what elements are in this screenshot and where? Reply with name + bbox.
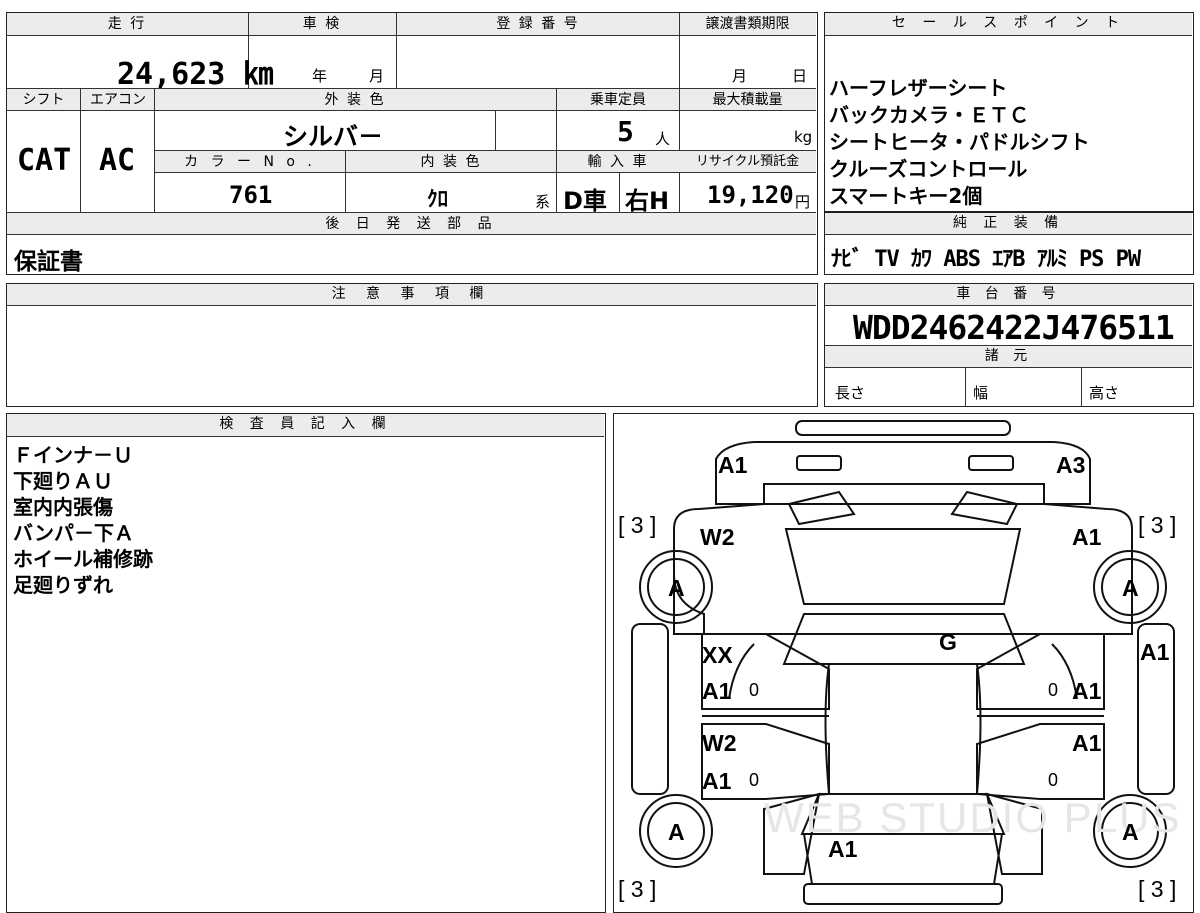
length-label: 長さ [835,384,866,402]
mark-front-left: A1 [718,452,748,478]
later-parts-value: 保証書 [14,249,83,275]
import-drive: D車 [563,187,607,215]
sales-point-item: バックカメラ・ＥＴＣ [829,103,1029,127]
tread-rear-left: [ 3 ] [618,876,657,902]
ac-label: エアコン [90,92,146,108]
registration-label: 登 録 番 号 [496,16,580,32]
shift-value: CAT [17,143,72,178]
mark-fender-left: W2 [700,524,735,550]
zero-mark-front-right: 0 [1048,680,1059,700]
mark-door-front-right: A1 [1072,678,1102,704]
import-handle: 右H [625,187,670,215]
color-number-label: カ ラ ー N o . [184,154,316,170]
recycle-deposit-label: リサイクル預託金 [695,154,800,169]
mark-door-rear-left-2: A1 [702,768,732,794]
inspector-note: 下廻りＡＵ [13,469,113,493]
vehicle-info-table: 走 行 車 検 登 録 番 号 譲渡書類期限 24,623 ㎞ 年 月 月 日 … [6,12,818,275]
max-load-label: 最大積載量 [712,92,783,108]
inspection-label: 車 検 [302,16,342,32]
zero-mark-rear-right: 0 [1048,770,1059,790]
mark-front-right: A3 [1056,452,1086,478]
inspector-note: Ｆインナ－Ｕ [13,443,133,467]
tread-rear-right: [ 3 ] [1138,876,1177,902]
interior-color-label: 内 装 色 [420,154,482,170]
transfer-day: 日 [792,67,808,85]
notes-title: 注 意 事 項 欄 [7,284,816,306]
mark-tyre-front-left: A [668,575,685,601]
mark-tyre-rear-left: A [668,819,685,845]
sales-point-item: クルーズコントロール [829,157,1028,181]
import-label: 輸 入 車 [587,154,649,170]
mark-tyre-front-right: A [1122,575,1139,601]
inspector-note: 足廻りずれ [13,573,113,597]
chassis-title: 車 台 番 号 [825,284,1192,306]
capacity-unit: 人 [655,130,671,148]
capacity-value: 5 [617,115,634,148]
later-parts-label: 後 日 発 送 部 品 [325,216,498,232]
mileage-value: 24,623 ㎞ [117,57,274,92]
equipment-title: 純 正 装 備 [825,213,1192,235]
inspector-title: 検 査 員 記 入 欄 [7,414,604,437]
mark-door-rear-right: A1 [1072,730,1102,756]
sales-point-item: スマートキー2個 [829,184,983,208]
mark-door-front-left-1: XX [702,642,733,668]
recycle-unit: 円 [795,193,811,211]
watermark: WEB STUDIO PLUS [764,794,1182,841]
inspector-panel: 検 査 員 記 入 欄 Ｆインナ－Ｕ 下廻りＡＵ 室内内張傷 バンパ－下Ａ ホイ… [6,413,606,913]
mark-rear: A1 [828,836,858,862]
car-damage-diagram: WEB STUDIO PLUS A1 A3 W2 A1 A A A A G A1… [613,413,1194,913]
zero-mark-rear-left: 0 [749,770,760,790]
equipment-value: ﾅﾋﾞ TV ｶﾜ ABS ｴｱB ｱﾙﾐ PS PW [831,247,1141,272]
interior-color-value: ｸﾛ [427,187,448,211]
mark-door-rear-left-1: W2 [702,730,737,756]
inspector-notes-list: Ｆインナ－Ｕ 下廻りＡＵ 室内内張傷 バンパ－下Ａ ホイール補修跡 足廻りずれ [13,442,153,598]
sales-point-item: ハーフレザーシート [829,76,1008,100]
sales-points-title: セ ー ル ス ポ イ ン ト [825,13,1192,36]
inspector-note: 室内内張傷 [13,495,113,519]
height-label: 高さ [1089,384,1120,402]
exterior-color-label: 外 装 色 [324,92,386,108]
mark-windshield: G [939,629,957,655]
shift-label: シフト [22,92,65,108]
mark-fender-right: A1 [1072,524,1102,550]
mark-tyre-rear-right: A [1122,819,1139,845]
chassis-panel: 車 台 番 号 WDD2462422J476511 諸 元 長さ 幅 高さ [824,283,1194,407]
sales-points-panel: セ ー ル ス ポ イ ン ト ハーフレザーシート バックカメラ・ＥＴＣ シート… [824,12,1194,212]
inspector-note: ホイール補修跡 [13,547,153,571]
specs-title: 諸 元 [825,346,1192,368]
inspector-note: バンパ－下Ａ [13,521,134,545]
mark-side-right: A1 [1140,639,1170,665]
notes-panel: 注 意 事 項 欄 [6,283,818,407]
ac-value: AC [99,143,136,178]
recycle-value: 19,120 [707,181,794,209]
color-number-value: 761 [229,181,273,209]
capacity-label: 乗車定員 [590,92,646,108]
sales-point-item: シートヒータ・パドルシフト [829,130,1090,154]
mark-door-front-left-2: A1 [702,678,732,704]
sales-points-list: ハーフレザーシート バックカメラ・ＥＴＣ シートヒータ・パドルシフト クルーズコ… [829,75,1090,210]
mileage-label: 走 行 [107,16,147,32]
year-label: 年 [312,67,328,85]
interior-suffix: 系 [535,193,551,211]
equipment-panel: 純 正 装 備 ﾅﾋﾞ TV ｶﾜ ABS ｴｱB ｱﾙﾐ PS PW [824,212,1194,275]
zero-mark-front-left: 0 [749,680,760,700]
transfer-month: 月 [732,67,748,85]
exterior-color-value: シルバ－ [283,122,384,151]
load-unit: kg [794,128,813,146]
tread-front-left: [ 3 ] [618,512,657,538]
chassis-number: WDD2462422J476511 [853,308,1175,347]
tread-front-right: [ 3 ] [1138,512,1177,538]
transfer-deadline-label: 譲渡書類期限 [705,16,790,32]
width-label: 幅 [973,384,989,402]
month-label: 月 [369,67,385,85]
